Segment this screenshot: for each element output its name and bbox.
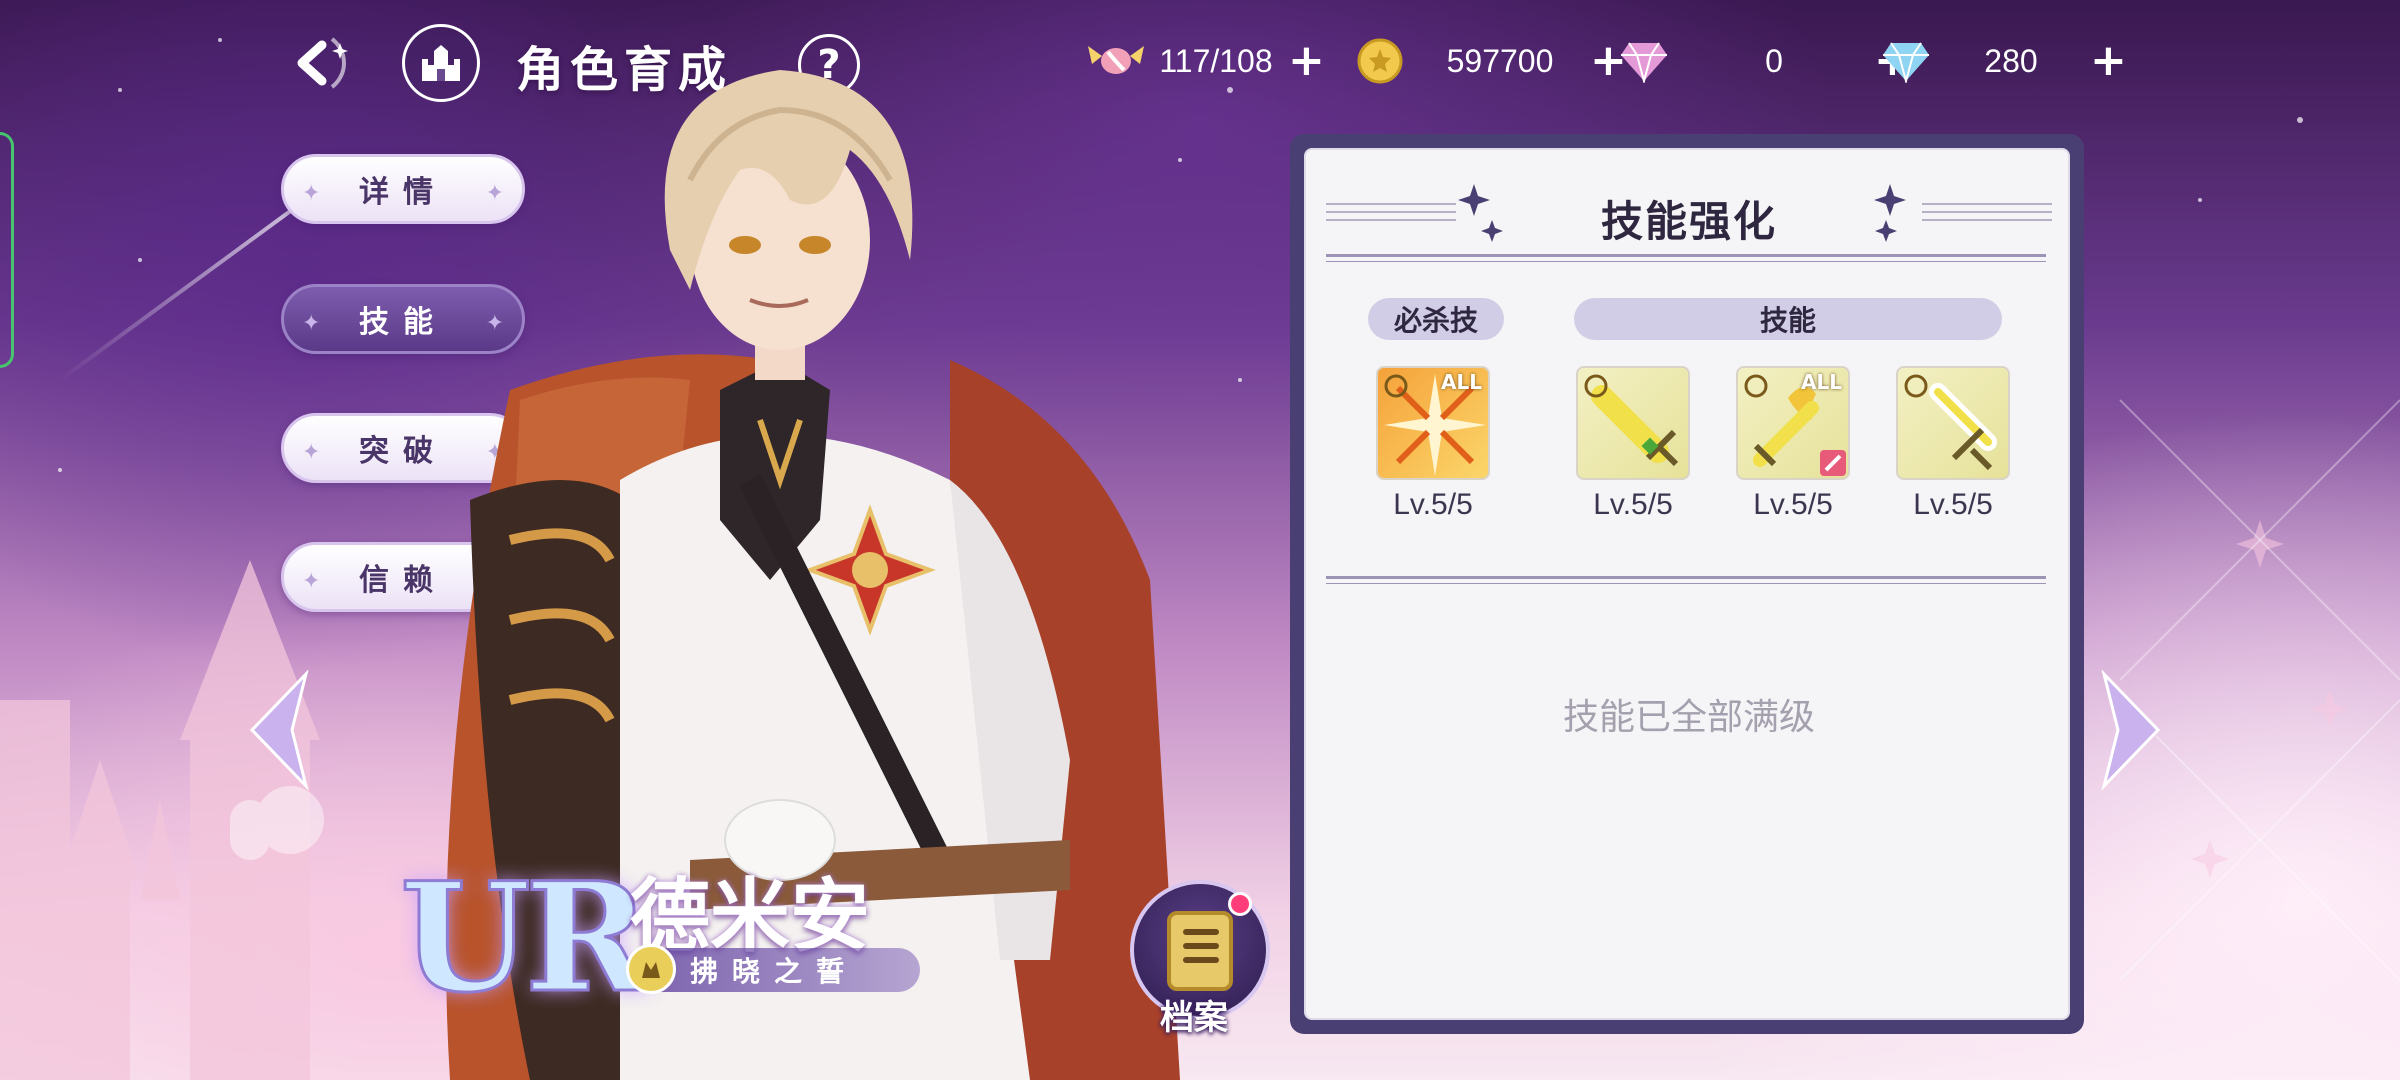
add-blue-gem-button[interactable]: + [2090, 39, 2127, 83]
sparkle-icon: ✦ [302, 440, 321, 465]
ultimate-burst-icon: ALL [1376, 366, 1490, 480]
resource-blue-gem: 280 + [1876, 28, 2127, 94]
skill-slot-3[interactable]: Lv.5/5 [1896, 366, 2010, 522]
stamina-value: 117/108 [1159, 42, 1273, 79]
menu-breakthrough-button[interactable]: ✦ 突破 ✦ [281, 413, 525, 483]
menu-skills-label: 技能 [359, 305, 447, 340]
skill-slot-1[interactable]: Lv.5/5 [1576, 366, 1690, 522]
skill-level: Lv.5/5 [1393, 488, 1473, 521]
attribute-icon [626, 944, 676, 994]
ultimate-skill-slot[interactable]: ALL Lv.5/5 [1376, 366, 1490, 522]
blue-diamond-icon [1876, 31, 1936, 91]
sparkle-icon: ✦ [302, 569, 321, 594]
skills-separator [1326, 576, 2046, 584]
pink-diamond-icon [1614, 31, 1674, 91]
title-decoration-right [1922, 203, 2052, 221]
menu-details-button[interactable]: ✦ 详情 ✦ [281, 154, 525, 224]
resource-gold: 597700 + [1350, 28, 1627, 94]
character-epithet: 拂晓之誓 [690, 955, 859, 988]
notebook-icon [1167, 911, 1233, 991]
menu-details-label: 详情 [359, 175, 447, 210]
menu-trust-label: 信赖 [359, 563, 447, 598]
skill-level: Lv.5/5 [1913, 488, 1993, 521]
castle-home-icon [422, 45, 460, 81]
sparkle-icon: ✦ [485, 181, 504, 206]
page-title: 角色育成 [516, 42, 733, 98]
all-skills-maxed-text: 技能已全部满级 [1562, 697, 1815, 738]
top-bar: 角色育成 ? 117/108 + 597700 + 0 280 + [0, 0, 2400, 120]
archive-label: 档案 [1160, 998, 1228, 1038]
resource-stamina: 117/108 + [1086, 28, 1325, 94]
skills-tag: 技能 [1574, 298, 2002, 340]
next-character-arrow[interactable] [2094, 670, 2164, 790]
skill-badge: ALL [1801, 370, 1842, 394]
skill-level: Lv.5/5 [1593, 488, 1673, 521]
candy-icon [1086, 31, 1146, 91]
skill-badge: ALL [1441, 370, 1482, 394]
ultimate-tag: 必杀技 [1368, 298, 1504, 340]
side-drawer-tab[interactable] [0, 132, 14, 368]
character-epithet-bar: 拂晓之誓 [626, 944, 920, 994]
sword-flame-skill-icon: ALL [1736, 366, 1850, 480]
gold-value: 597700 [1446, 42, 1554, 79]
sword-shield-skill-icon [1576, 366, 1690, 480]
sword-slash-skill-icon [1896, 366, 2010, 480]
sparkle-icon: ✦ [485, 311, 504, 336]
coin-icon [1350, 31, 1410, 91]
title-separator [1326, 254, 2046, 262]
blue-gem-value: 280 [1984, 42, 2038, 79]
help-button[interactable]: ? [798, 34, 860, 96]
rarity-badge: UR [398, 849, 650, 1028]
archive-notification-dot [1228, 892, 1252, 916]
pink-gem-value: 0 [1765, 42, 1783, 79]
skill-level: Lv.5/5 [1753, 488, 1833, 521]
skill-panel-frame: 技能强化 必杀技 技能 ALL Lv.5/5 Lv.5/5 ALL Lv.5/5… [1290, 134, 2084, 1034]
sparkle-icon: ✦ [302, 311, 321, 336]
sparkle-icon: ✦ [485, 440, 504, 465]
sparkle-icon: ✦ [302, 181, 321, 206]
sparkle-icon: ✦ [485, 569, 504, 594]
add-stamina-button[interactable]: + [1288, 39, 1325, 83]
skill-slot-2[interactable]: ALL Lv.5/5 [1736, 366, 1850, 522]
menu-breakthrough-label: 突破 [359, 434, 447, 469]
back-button[interactable] [282, 30, 364, 96]
home-button[interactable] [402, 24, 480, 102]
resource-pink-gem: 0 + [1614, 28, 1911, 94]
skill-panel: 技能强化 必杀技 技能 ALL Lv.5/5 Lv.5/5 ALL Lv.5/5… [1304, 148, 2070, 1020]
menu-trust-button[interactable]: ✦ 信赖 ✦ [281, 542, 525, 612]
menu-skills-button[interactable]: ✦ 技能 ✦ [281, 284, 525, 354]
previous-character-arrow[interactable] [246, 670, 316, 790]
back-arrow-icon [297, 37, 348, 89]
